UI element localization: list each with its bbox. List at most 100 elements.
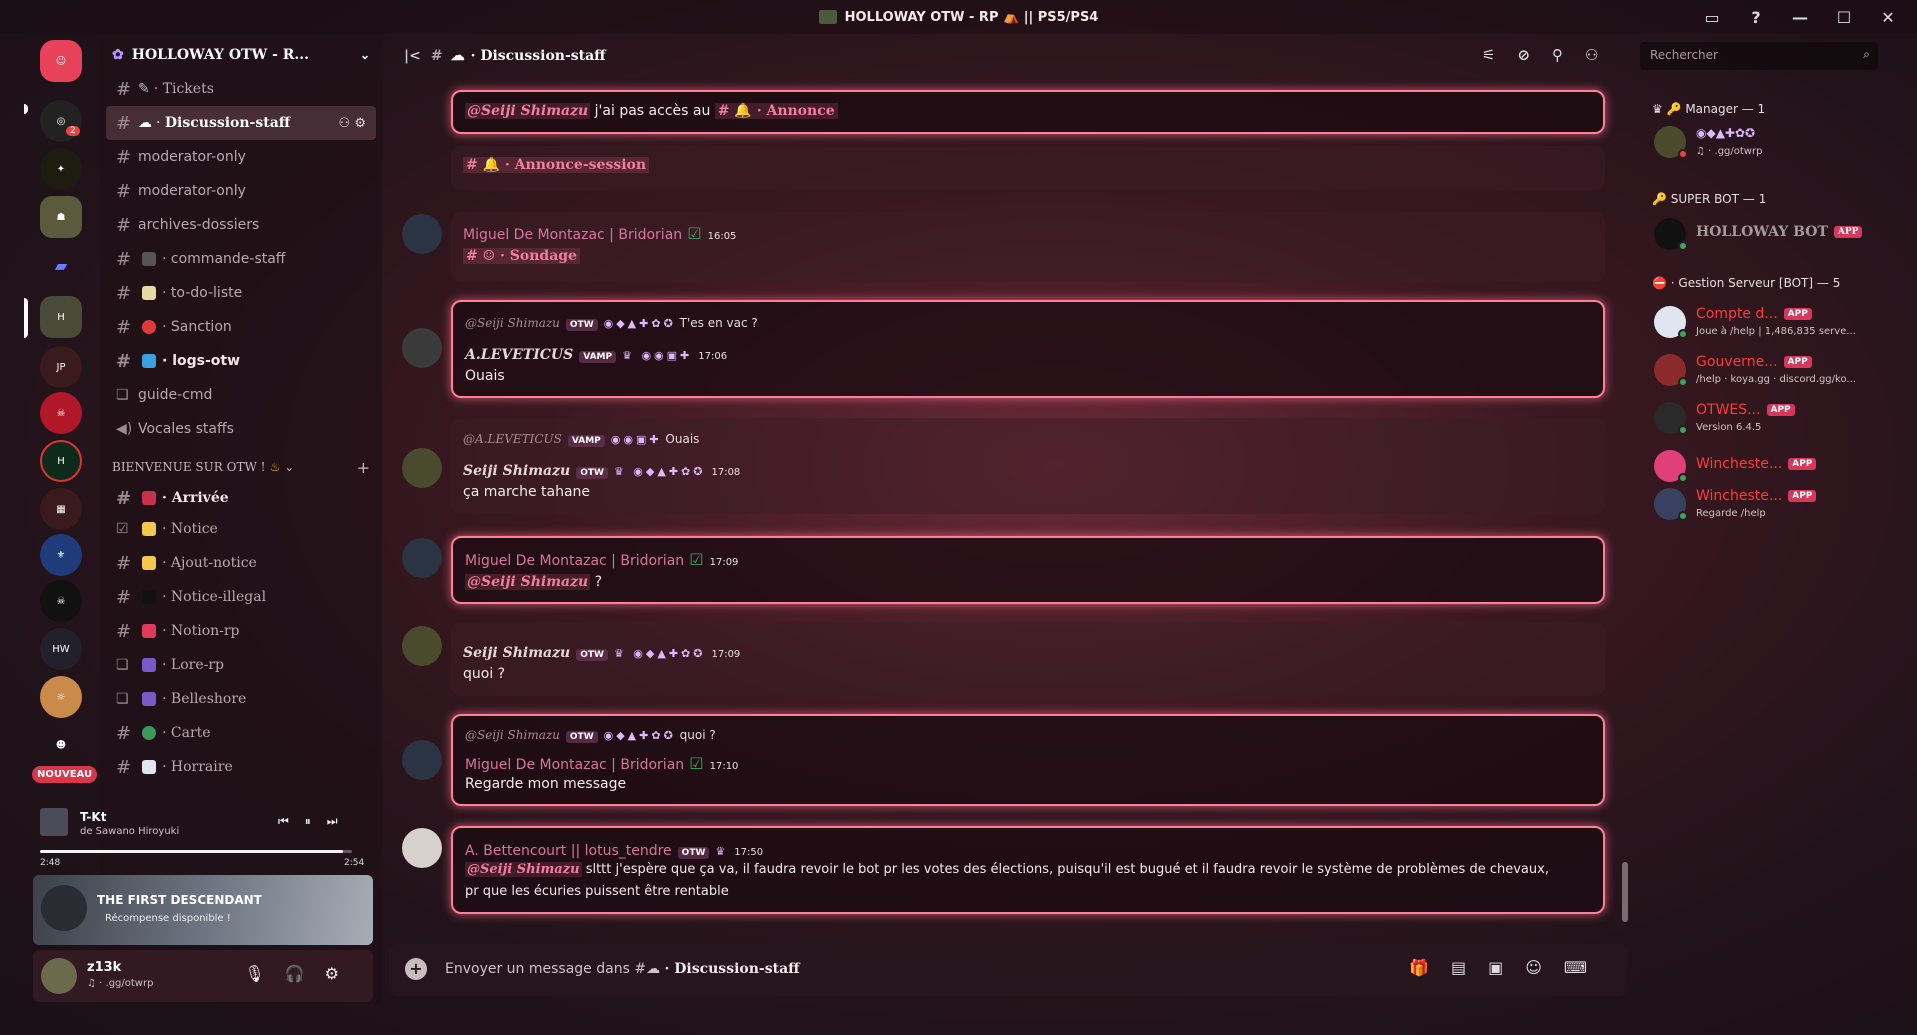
avatar[interactable] [402,828,442,868]
search-input[interactable]: Rechercher ⌕ [1640,42,1878,70]
mention[interactable]: @Seiji Shimazu [465,574,591,590]
gamepad-icon[interactable]: ⌨ [1564,958,1609,977]
help-icon[interactable]: ? [1737,8,1775,27]
author-name[interactable]: Miguel De Montazac | Bridorian [463,227,682,243]
progress-bar[interactable] [40,850,352,853]
role-badges: ◉◆▲✚✿✪ [1696,126,1756,140]
channel-moderator-only-2[interactable]: # moderator-only [106,174,376,208]
server-icon-small[interactable]: ☻ [40,724,82,766]
header-tools[interactable]: ⚟⊘⚲⚇ [1482,46,1620,64]
channel-label: moderator-only [138,183,246,199]
channel-belleshore[interactable]: ❏ · Belleshore [106,682,376,716]
gif-icon[interactable]: ▤ [1451,958,1488,977]
collapse-icon[interactable]: |< [404,48,421,64]
avatar[interactable] [41,958,77,994]
server-icon-wanted[interactable]: ✦ [40,148,82,190]
author-name[interactable]: Seiji Shimazu [463,463,570,479]
avatar[interactable] [402,328,442,368]
sticker-icon[interactable]: ▣ [1488,958,1525,977]
avatar[interactable] [402,626,442,666]
channel-discussion-staff[interactable]: # ☁ · Discussion-staff ⚇ ⚙ [106,106,376,140]
server-icon-h[interactable]: H [40,440,82,482]
channel-sanction[interactable]: # · Sanction [106,310,376,344]
channel-to-do-liste[interactable]: # · to-do-liste [106,276,376,310]
gift-icon[interactable]: 🎁 [1409,958,1451,977]
channel-archives-dossiers[interactable]: # archives-dossiers [106,208,376,242]
avatar[interactable] [402,448,442,488]
reply-preview[interactable]: @Seiji Shimazu OTW ◉◆▲✚✿✪ T'es en vac ? [465,316,758,331]
user-controls[interactable]: 🎙🎧⚙ [244,964,359,983]
add-attachment-button[interactable]: + [405,958,427,980]
headphones-icon[interactable]: 🎧 [285,964,325,983]
member-bot-1[interactable]: Compte d... APP Joue à /help | 1,486,835 … [1654,302,1884,342]
server-icon-japan[interactable]: JP [40,346,82,388]
guild-header[interactable]: ✿ HOLLOWAY OTW - R... ⌄ [100,38,382,72]
channel-arrivee[interactable]: # · Arrivée [106,484,376,512]
member-bot-2[interactable]: Gouverne... APP /help · koya.gg · discord… [1654,350,1884,390]
avatar[interactable] [402,214,442,254]
category-bienvenue[interactable]: BIENVENUE SUR OTW ! ♨ ⌄ + [100,450,382,484]
channel-moderator-only-1[interactable]: # moderator-only [106,140,376,174]
channel-carte[interactable]: # · Carte [106,716,376,750]
channel-guide-cmd[interactable]: ❏ guide-cmd [106,378,376,412]
input-tools[interactable]: 🎁▤▣☺⌨ [1409,958,1609,977]
server-icon-skull[interactable]: ☠ [40,580,82,622]
gear-icon[interactable]: ⚙ [325,964,359,983]
avatar[interactable] [402,538,442,578]
channel-vocales-staffs[interactable]: ◀) Vocales staffs [106,412,376,446]
channel-settings-icon[interactable]: ⚇ ⚙ [339,116,366,131]
reply-preview[interactable]: @A.LEVETICUS VAMP ◉◉▣✚ Ouais [463,432,699,447]
inbox-icon[interactable]: ▭ [1693,8,1731,27]
server-icon-holloway[interactable]: H [40,296,82,338]
channel-logs-otw[interactable]: # · logs-otw [106,344,376,378]
server-icon-badge[interactable]: ⚜ [40,534,82,576]
channel-ajout-notice[interactable]: # · Ajout-notice [106,546,376,580]
channel-tickets[interactable]: # ✎ · Tickets [106,72,376,106]
server-icon-demon[interactable]: ☠ [40,392,82,434]
mic-icon[interactable]: 🎙 [244,964,284,983]
channel-notice-illegal[interactable]: # · Notice-illegal [106,580,376,614]
close-button[interactable]: ✕ [1869,8,1907,27]
channel-link[interactable]: # ☺ · Sondage [463,248,580,264]
author-name[interactable]: A.LEVETICUS [465,347,573,363]
channel-commande-staff[interactable]: # · commande-staff [106,242,376,276]
channel-link[interactable]: # 🔔 · Annonce [714,103,838,119]
pin-icon[interactable]: ⚲ [1552,46,1585,64]
channel-notion-rp[interactable]: # · Notion-rp [106,614,376,648]
channel-horraire[interactable]: # · Horraire [106,750,376,784]
member-bot-5[interactable]: Wincheste... APP Regarde /help [1654,484,1884,524]
member-holloway-bot[interactable]: HOLLOWAY BOT APP [1654,214,1884,254]
folder-icon[interactable]: ▰ [40,244,82,286]
channel-lore-rp[interactable]: ❏ · Lore-rp [106,648,376,682]
member-bot-3[interactable]: OTWES... APP Version 6.4.5 [1654,398,1884,438]
reply-preview[interactable]: @Seiji Shimazu OTW ◉◆▲✚✿✪ quoi ? [465,728,716,743]
members-icon[interactable]: ⚇ [1585,46,1620,64]
member-manager[interactable]: ◉◆▲✚✿✪ ♫ · .gg/otwrp [1654,122,1884,162]
maximize-button[interactable]: ☐ [1825,8,1863,27]
mute-icon[interactable]: ⊘ [1517,46,1552,64]
author-name[interactable]: A. Bettencourt || lotus_tendre [465,843,672,859]
channel-notice[interactable]: ☑ · Notice [106,512,376,546]
server-icon-red[interactable]: ▦ [40,488,82,530]
server-icon-anime[interactable]: ☼ [40,676,82,718]
channel-link[interactable]: # 🔔 · Annonce-session [463,157,650,173]
mention[interactable]: @Seiji Shimazu [465,862,582,877]
threads-icon[interactable]: ⚟ [1482,46,1517,64]
server-icon-holoway[interactable]: HW [40,628,82,670]
server-icon-group[interactable]: ☗ [40,196,82,238]
mention[interactable]: @Seiji Shimazu [465,103,591,119]
chat-scrollbar[interactable] [1622,862,1628,922]
promo-banner[interactable]: THE FIRST DESCENDANT Récompense disponib… [33,875,373,945]
emoji-icon[interactable]: ☺ [1525,958,1564,977]
author-name[interactable]: Miguel De Montazac | Bridorian [465,553,684,569]
add-channel-icon[interactable]: + [357,458,370,477]
author-name[interactable]: Seiji Shimazu [463,645,570,661]
unread-pill [24,104,28,114]
minimize-button[interactable]: — [1781,8,1819,27]
discord-home-icon[interactable]: ☺ [40,40,82,82]
playback-controls[interactable]: ⏮⏸⏭ [278,814,354,829]
avatar[interactable] [402,740,442,780]
message-input[interactable]: + Envoyer un message dans #☁ · Discussio… [389,944,1627,996]
member-bot-4[interactable]: Wincheste... APP [1654,446,1884,486]
author-name[interactable]: Miguel De Montazac | Bridorian [465,757,684,773]
